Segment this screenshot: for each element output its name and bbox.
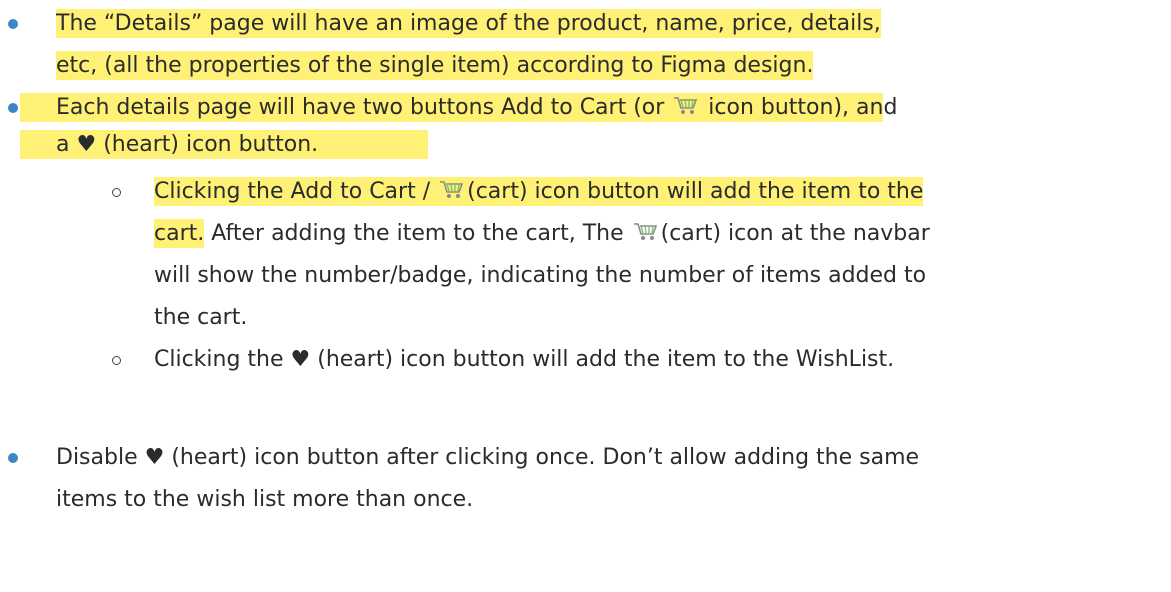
- highlighted-text: a ♥ (heart) icon button.: [20, 130, 429, 159]
- bullet-point: [8, 103, 18, 113]
- cart-icon: [673, 95, 699, 117]
- highlighted-text: The “Details” page will have an image of…: [56, 9, 881, 38]
- cart-icon: [439, 179, 465, 201]
- cart-icon: [633, 221, 659, 243]
- sub-bullet-point: [112, 356, 121, 365]
- bullet1-line1: The “Details” page will have an image of…: [56, 7, 881, 41]
- sub2-line1: Clicking the ♥ (heart) icon button will …: [154, 347, 895, 372]
- sub1-line4: the cart.: [154, 305, 248, 330]
- highlighted-text: Clicking the Add to Cart / (cart) icon b…: [154, 177, 924, 206]
- bullet3-line1: Disable ♥ (heart) icon button after clic…: [56, 445, 920, 470]
- sub-bullet-point: [112, 188, 121, 197]
- highlighted-text: Each details page will have two buttons …: [20, 93, 884, 122]
- sub1-line1: Clicking the Add to Cart / (cart) icon b…: [154, 175, 924, 209]
- highlighted-text: etc, (all the properties of the single i…: [56, 51, 814, 80]
- bullet2-line2: a ♥ (heart) icon button.: [20, 128, 429, 162]
- bullet2-line1: Each details page will have two buttons …: [20, 91, 897, 125]
- bullet3-line2: items to the wish list more than once.: [56, 487, 474, 512]
- bullet-point: [8, 19, 18, 29]
- bullet1-line2: etc, (all the properties of the single i…: [56, 49, 814, 83]
- sub1-line3: will show the number/badge, indicating t…: [154, 263, 927, 288]
- highlighted-text: cart.: [154, 219, 205, 248]
- sub1-line2: cart. After adding the item to the cart,…: [154, 219, 930, 248]
- bullet-point: [8, 453, 18, 463]
